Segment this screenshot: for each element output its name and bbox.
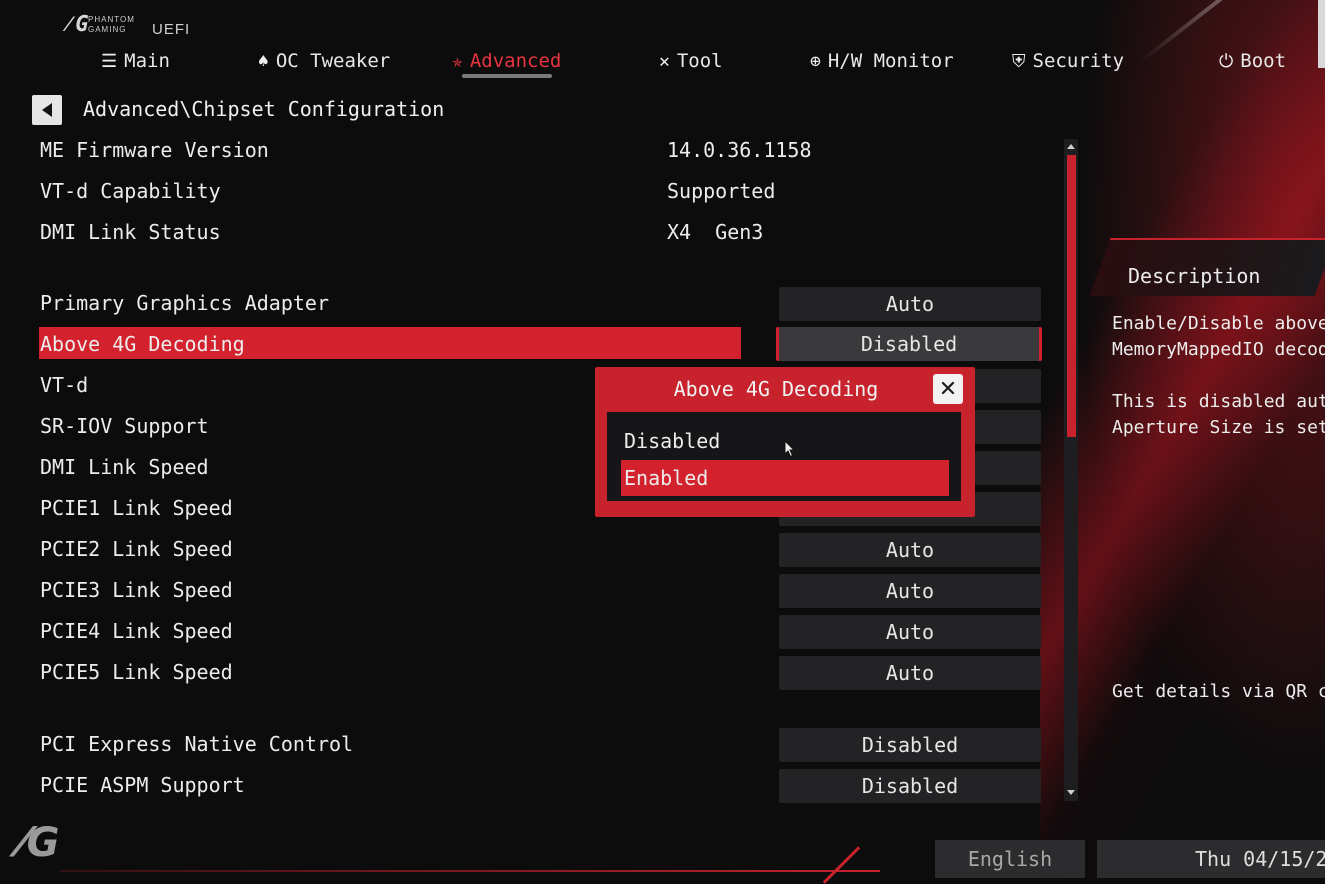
info-value-dmi-link-status: X4 Gen3 [667, 220, 764, 244]
setting-value-pcie2[interactable]: Auto [779, 533, 1041, 567]
description-line: Aperture Size is set [1112, 417, 1325, 438]
brand-logo: ⁄G PHANTOM GAMING UEFI [62, 12, 202, 40]
tab-label: Advanced [469, 50, 562, 72]
description-line: This is disabled aut [1112, 391, 1325, 412]
setting-label-pcie4[interactable]: PCIE4 Link Speed [40, 619, 233, 643]
back-button[interactable] [32, 95, 62, 125]
tab-label: Security [1032, 50, 1125, 72]
bottom-accent-slash [822, 846, 861, 884]
top-nav: ☰ Main ♠ OC Tweaker ✯ Advanced ✕ Tool ⊕ … [0, 44, 1325, 80]
setting-label-pci-native-control[interactable]: PCI Express Native Control [40, 732, 353, 756]
list-icon: ☰ [101, 50, 118, 72]
description-line: MemoryMappedIO decod [1112, 339, 1325, 360]
brand-line1: PHANTOM [88, 15, 135, 24]
scroll-down-arrow-icon[interactable] [1065, 786, 1077, 798]
setting-label-pcie1[interactable]: PCIE1 Link Speed [40, 496, 233, 520]
window-edge [1318, 0, 1325, 68]
language-button[interactable]: English [935, 840, 1085, 878]
datetime-display: Thu 04/15/20 [1097, 840, 1325, 878]
setting-value-pcie4[interactable]: Auto [779, 615, 1041, 649]
setting-value-pci-native-control[interactable]: Disabled [779, 728, 1041, 762]
mouse-cursor-icon [784, 440, 796, 458]
popup-title: Above 4G Decoding [673, 377, 879, 401]
tab-label: Tool [676, 50, 723, 72]
setting-label-pcie3[interactable]: PCIE3 Link Speed [40, 578, 233, 602]
tab-oc-tweaker[interactable]: ♠ OC Tweaker [258, 44, 390, 78]
setting-label-pcie5[interactable]: PCIE5 Link Speed [40, 660, 233, 684]
setting-value-primary-graphics[interactable]: Auto [779, 287, 1041, 321]
brand-mark-icon: ⁄G [62, 12, 89, 37]
power-icon: ⏻ [1219, 50, 1234, 72]
background-glow [1040, 0, 1325, 883]
setting-label-primary-graphics[interactable]: Primary Graphics Adapter [40, 291, 329, 315]
tab-label: OC Tweaker [275, 50, 391, 72]
tab-security[interactable]: ⛨ Security [1012, 44, 1124, 78]
setting-label-vtd[interactable]: VT-d [40, 373, 88, 397]
setting-value-pcie3[interactable]: Auto [779, 574, 1041, 608]
tab-boot[interactable]: ⏻ Boot [1219, 44, 1286, 78]
setting-label-dmi-link-speed[interactable]: DMI Link Speed [40, 455, 209, 479]
description-line: Enable/Disable above [1112, 313, 1325, 334]
shield-icon: ⛨ [1012, 50, 1026, 72]
crosshair-icon: ⊕ [810, 50, 821, 72]
tab-label: Main [124, 50, 170, 72]
setting-label-above-4g[interactable]: Above 4G Decoding [40, 332, 245, 356]
active-tab-indicator [462, 74, 552, 78]
tab-main[interactable]: ☰ Main [101, 44, 170, 78]
star-icon: ✯ [452, 50, 463, 72]
tab-tool[interactable]: ✕ Tool [659, 44, 723, 78]
popup-option-enabled[interactable]: Enabled [621, 460, 949, 496]
scrollbar-thumb[interactable] [1067, 155, 1076, 437]
setting-value-pcie5[interactable]: Auto [779, 656, 1041, 690]
setting-label-sriov[interactable]: SR-IOV Support [40, 414, 209, 438]
close-icon[interactable]: ✕ [933, 374, 963, 404]
setting-label-pcie2[interactable]: PCIE2 Link Speed [40, 537, 233, 561]
info-value-me-firmware: 14.0.36.1158 [667, 138, 812, 162]
bottom-accent-line [60, 870, 880, 872]
info-label-vtd-capability: VT-d Capability [40, 179, 221, 203]
info-label-me-firmware: ME Firmware Version [40, 138, 269, 162]
setting-label-pcie-aspm[interactable]: PCIE ASPM Support [40, 773, 245, 797]
rocket-icon: ♠ [258, 50, 269, 72]
scroll-up-arrow-icon[interactable] [1065, 140, 1077, 152]
description-qr-text: Get details via QR c [1112, 681, 1325, 702]
tools-icon: ✕ [659, 50, 670, 72]
setting-value-above-4g[interactable]: Disabled [776, 327, 1042, 361]
tab-label: H/W Monitor [827, 50, 954, 72]
tab-advanced[interactable]: ✯ Advanced [452, 44, 561, 78]
tab-hw-monitor[interactable]: ⊕ H/W Monitor [810, 44, 954, 78]
brand-line2: GAMING [88, 25, 127, 34]
info-value-vtd-capability: Supported [667, 179, 776, 203]
breadcrumb: Advanced\Chipset Configuration [83, 97, 445, 121]
setting-value-pcie-aspm[interactable]: Disabled [779, 769, 1041, 803]
brand-uefi: UEFI [152, 21, 191, 38]
bottom-logo-icon: ⁄G [20, 820, 60, 866]
description-title: Description [1128, 264, 1261, 288]
tab-label: Boot [1240, 50, 1287, 72]
info-label-dmi-link-status: DMI Link Status [40, 220, 221, 244]
